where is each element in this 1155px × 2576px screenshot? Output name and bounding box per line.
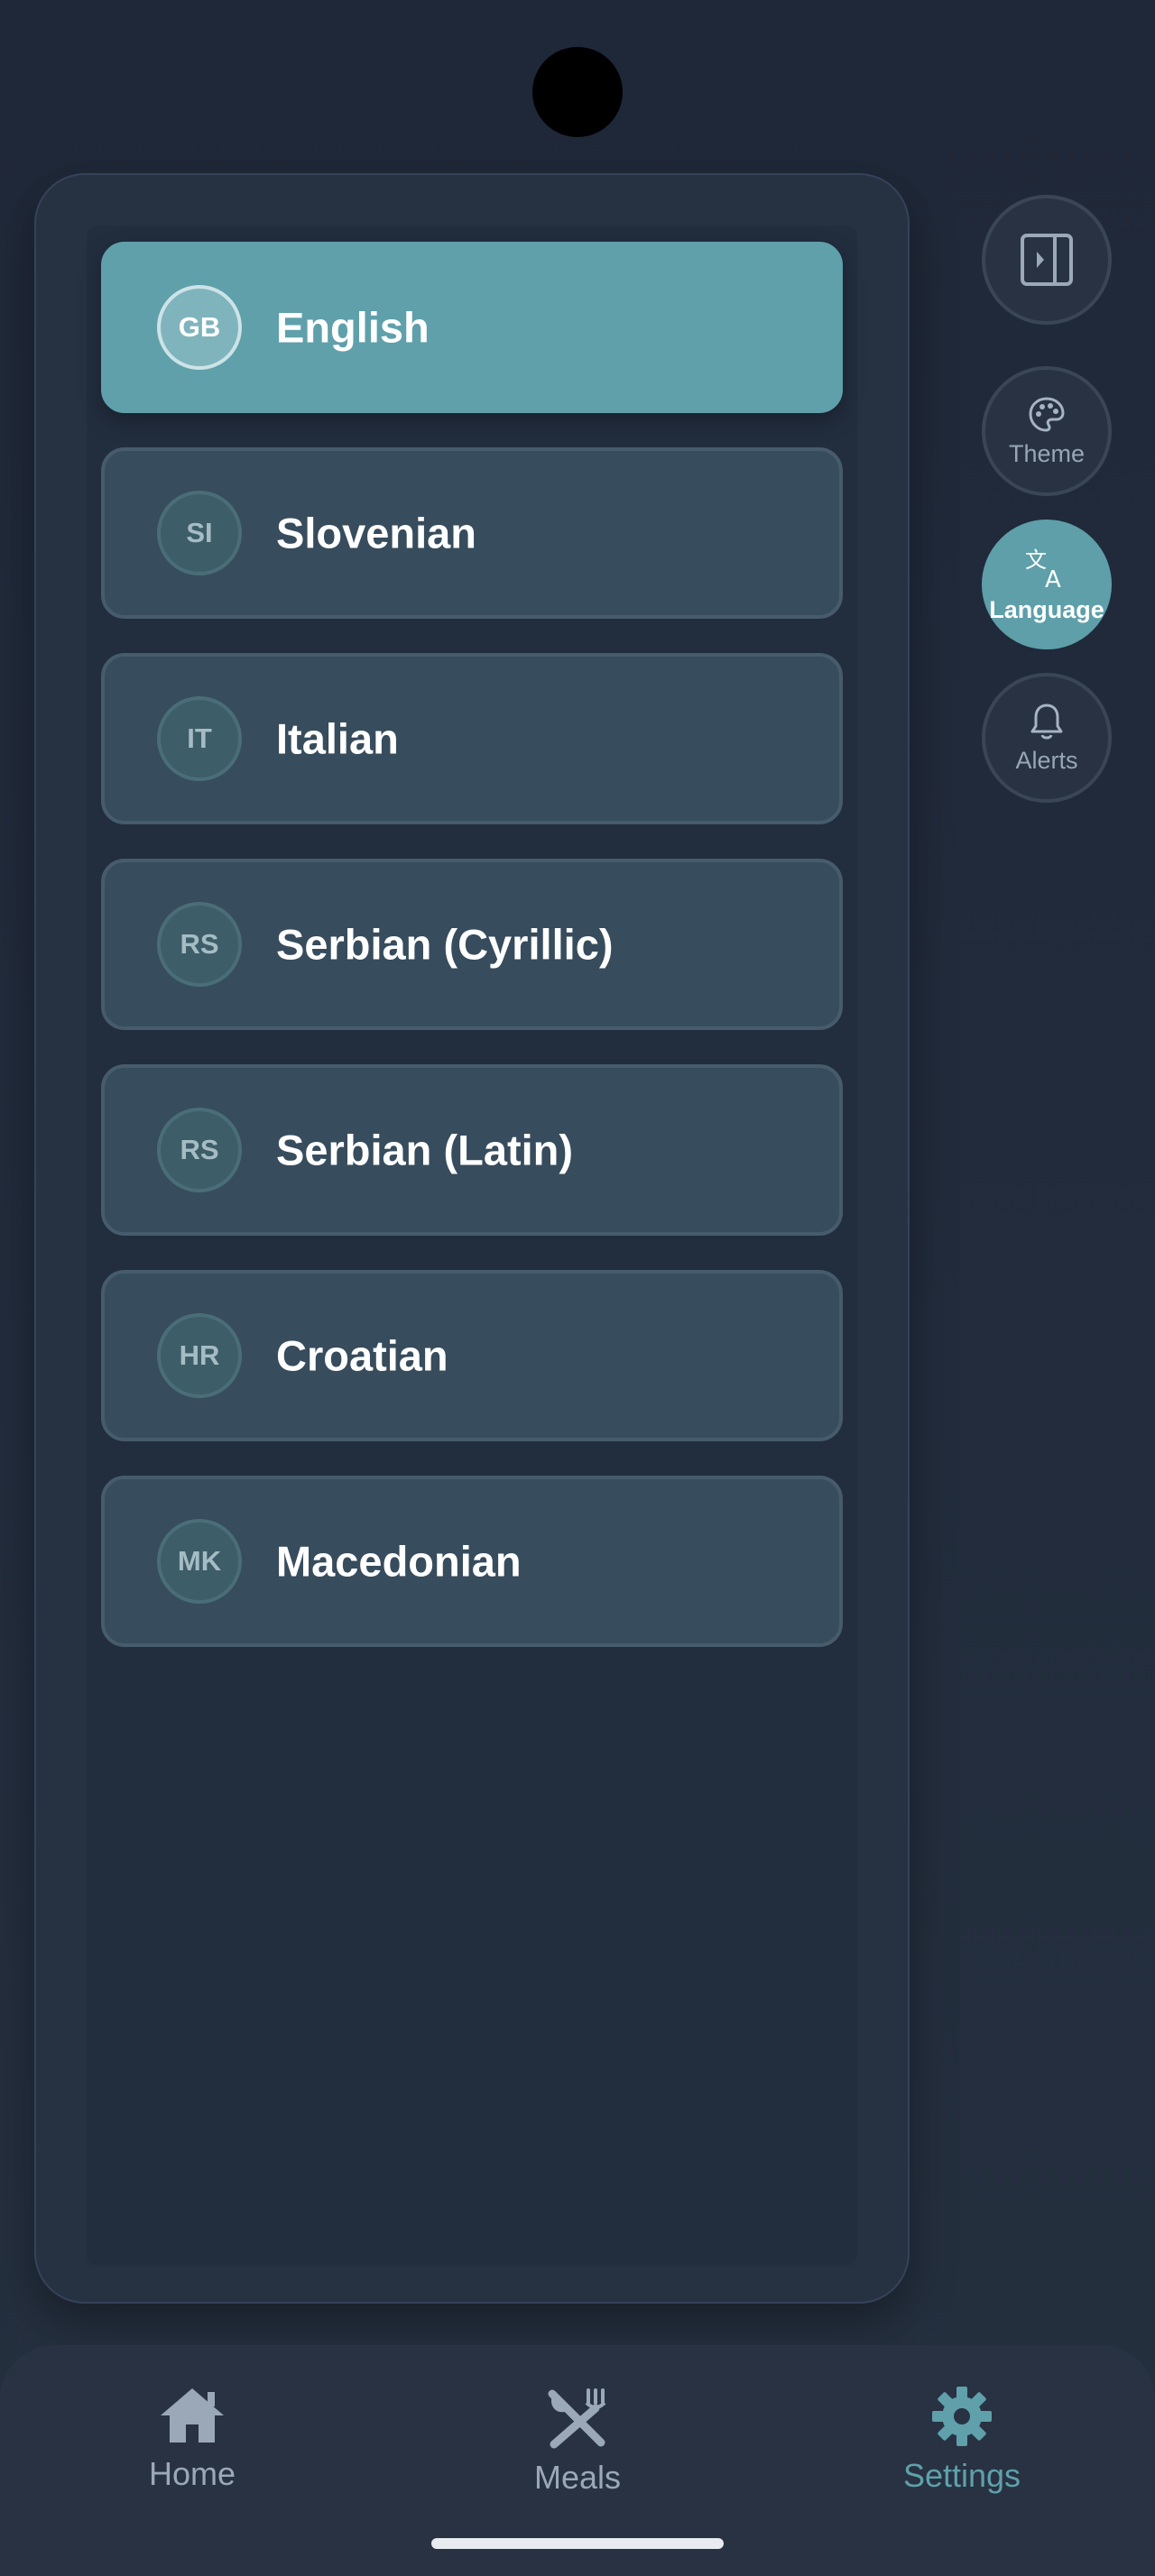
nav-home-label: Home — [148, 2455, 236, 2492]
language-option-serbian-latin[interactable]: RS Serbian (Latin) — [101, 1064, 843, 1236]
home-indicator[interactable] — [431, 2538, 724, 2549]
nav-meals-label: Meals — [533, 2459, 622, 2496]
language-label: Language — [989, 595, 1104, 623]
camera-cutout — [532, 47, 623, 137]
language-name: Slovenian — [276, 509, 477, 557]
language-list: GB English SI Slovenian IT Italian RS Se… — [101, 242, 843, 1681]
sidebar-toggle-button[interactable] — [982, 195, 1112, 325]
nav-home[interactable]: Home — [84, 2385, 300, 2520]
sidebar-toggle-icon — [1021, 234, 1073, 286]
language-name: Italian — [276, 714, 399, 763]
fork-knife-icon — [548, 2388, 606, 2449]
nav-settings[interactable]: Settings — [854, 2385, 1070, 2520]
language-option-serbian-cyrillic[interactable]: RS Serbian (Cyrillic) — [101, 859, 843, 1030]
bell-icon — [1030, 704, 1063, 739]
nav-meals[interactable]: Meals — [469, 2385, 686, 2520]
language-name: English — [276, 303, 430, 352]
svg-text:A: A — [1045, 566, 1061, 591]
translate-icon: 文 A — [1025, 547, 1061, 591]
language-button[interactable]: 文 A Language — [982, 520, 1112, 649]
svg-text:文: 文 — [1025, 547, 1047, 573]
language-option-slovenian[interactable]: SI Slovenian — [101, 447, 843, 619]
flag-code-badge: IT — [157, 696, 242, 781]
flag-code-badge: HR — [157, 1313, 242, 1398]
theme-label: Theme — [1008, 439, 1086, 467]
flag-code-badge: MK — [157, 1519, 242, 1604]
language-name: Serbian (Latin) — [276, 1126, 574, 1174]
flag-code-badge: GB — [157, 285, 242, 370]
language-name: Serbian (Cyrillic) — [276, 920, 614, 969]
alerts-button[interactable]: Alerts — [982, 673, 1112, 803]
language-name: Macedonian — [276, 1537, 522, 1586]
language-option-english[interactable]: GB English — [101, 242, 843, 413]
language-option-croatian[interactable]: HR Croatian — [101, 1270, 843, 1441]
flag-code-badge: RS — [157, 902, 242, 987]
flag-code-badge: SI — [157, 491, 242, 575]
palette-icon — [1029, 396, 1065, 432]
home-icon — [161, 2388, 224, 2443]
language-option-italian[interactable]: IT Italian — [101, 653, 843, 824]
nav-settings-label: Settings — [902, 2457, 1021, 2494]
flag-code-badge: RS — [157, 1108, 242, 1192]
language-name: Croatian — [276, 1331, 448, 1380]
gear-icon — [932, 2387, 992, 2446]
theme-button[interactable]: Theme — [982, 366, 1112, 496]
language-option-macedonian[interactable]: MK Macedonian — [101, 1476, 843, 1647]
alerts-label: Alerts — [1015, 746, 1078, 774]
